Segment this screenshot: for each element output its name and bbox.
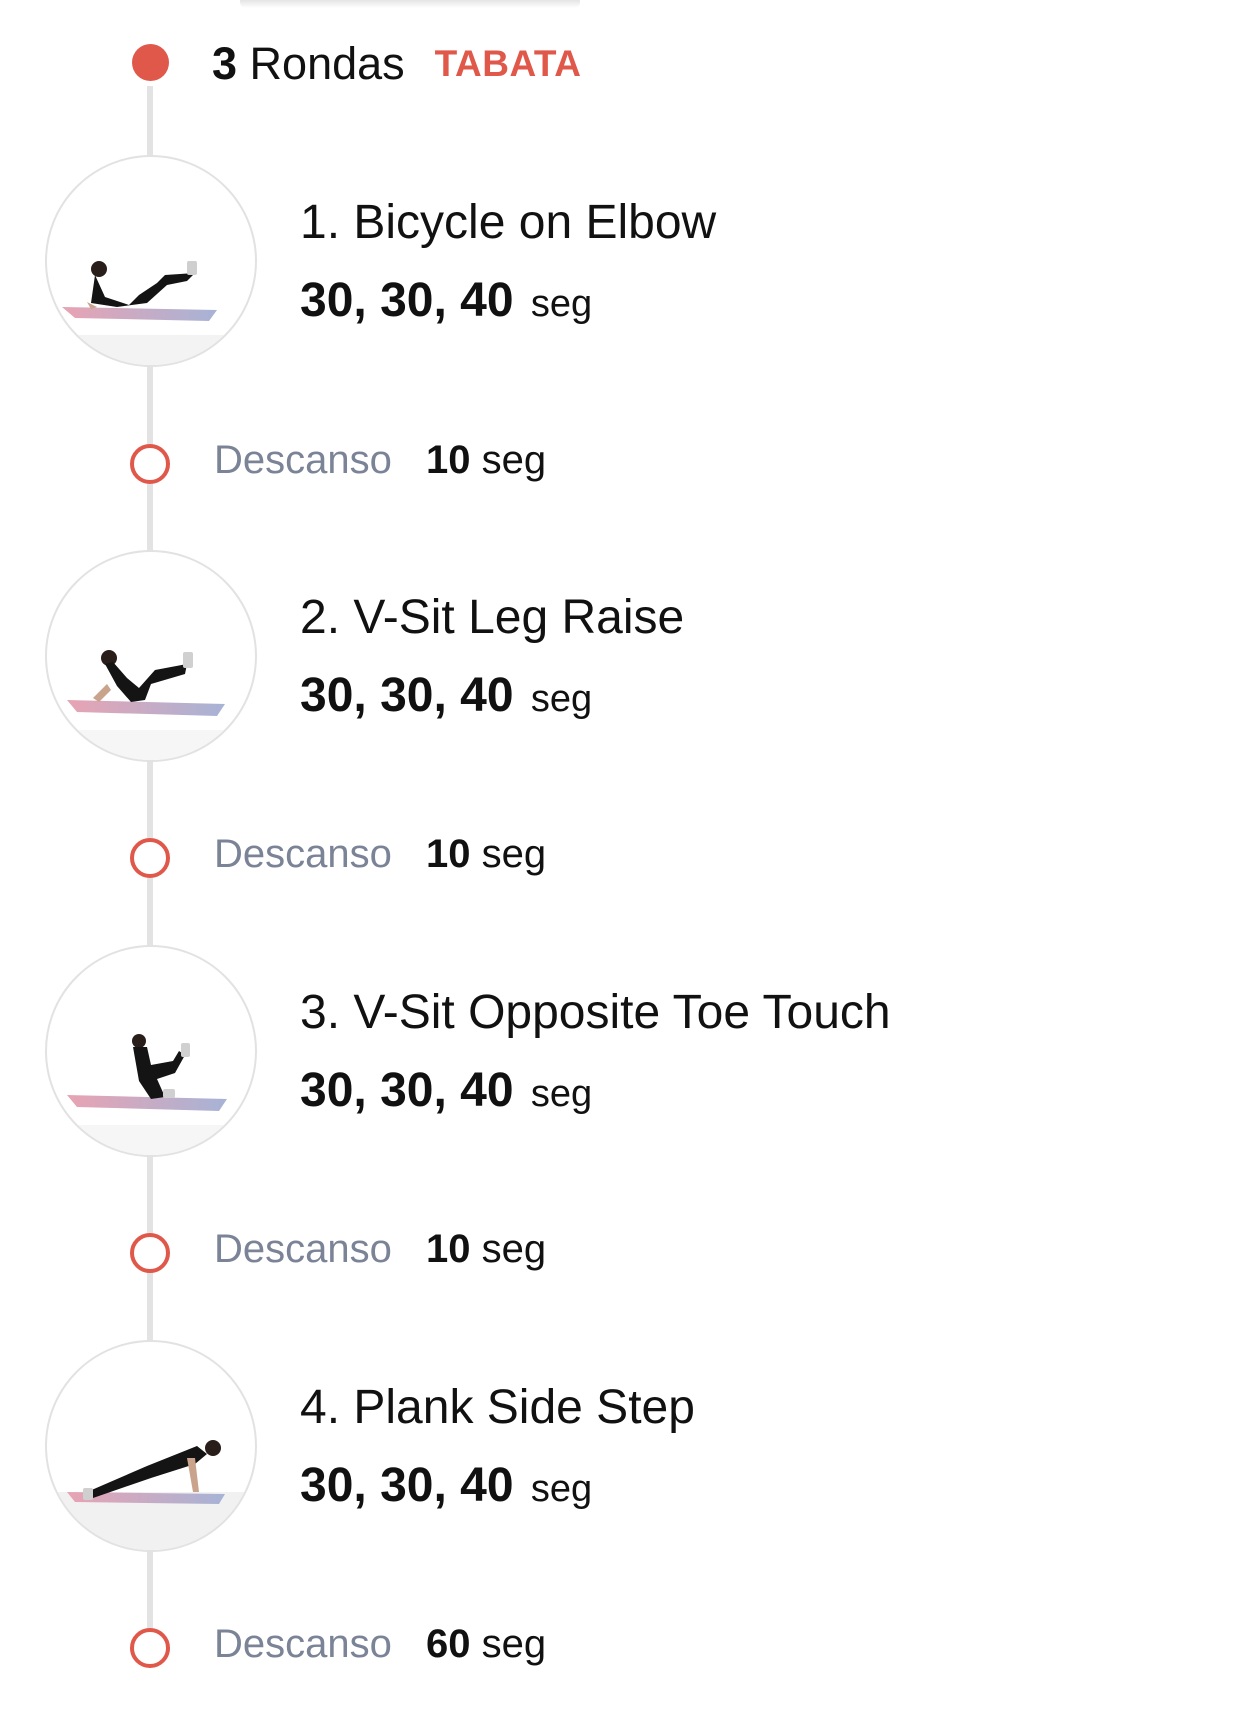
exercise-durations: 30, 30, 40 seg — [300, 1063, 592, 1118]
plank-side-step-image — [45, 1340, 257, 1552]
exercise-durations: 30, 30, 40 seg — [300, 273, 592, 328]
exercise-item[interactable]: 3. V-Sit Opposite Toe Touch 30, 30, 40 s… — [45, 945, 1195, 1157]
rest-duration-unit: seg — [481, 438, 547, 482]
exercise-item[interactable]: 2. V-Sit Leg Raise 30, 30, 40 seg — [45, 550, 1195, 762]
rounds-label: Rondas — [249, 38, 405, 89]
v-sit-leg-raise-image — [45, 550, 257, 762]
rest-marker-ring — [130, 838, 170, 878]
rest-marker-ring — [130, 1233, 170, 1273]
exercise-durations: 30, 30, 40 seg — [300, 1458, 592, 1513]
rest-duration: 10 seg — [426, 1227, 546, 1272]
round-header: 3 Rondas TABATA — [212, 34, 582, 94]
rest-label: Descanso — [214, 1622, 392, 1666]
exercise-name: 4. Plank Side Step — [300, 1381, 695, 1434]
rounds-title: 3 Rondas — [212, 38, 405, 90]
exercise-duration-unit: seg — [530, 1073, 593, 1115]
round-marker-dot — [132, 44, 169, 81]
bicycle-on-elbow-image — [45, 155, 257, 367]
exercise-duration-unit: seg — [530, 678, 593, 720]
exercise-name: 1. Bicycle on Elbow — [300, 196, 717, 249]
exercise-name: 3. V-Sit Opposite Toe Touch — [300, 986, 891, 1039]
rest-duration-unit: seg — [481, 1227, 547, 1271]
rest-item: Descanso 10 seg — [130, 1227, 830, 1277]
rest-duration-value: 10 — [426, 1227, 471, 1271]
exercise-duration-values: 30, 30, 40 — [300, 274, 514, 327]
rest-duration: 10 seg — [426, 438, 546, 483]
exercise-item[interactable]: 1. Bicycle on Elbow 30, 30, 40 seg — [45, 155, 1195, 367]
rest-item: Descanso 10 seg — [130, 832, 830, 882]
rest-duration: 60 seg — [426, 1622, 546, 1667]
rest-label: Descanso — [214, 438, 392, 482]
exercise-duration-values: 30, 30, 40 — [300, 1459, 514, 1512]
rest-duration-unit: seg — [481, 832, 547, 876]
exercise-name: 2. V-Sit Leg Raise — [300, 591, 685, 644]
rest-marker-ring — [130, 1628, 170, 1668]
rest-duration-value: 60 — [426, 1622, 471, 1666]
previous-section-edge — [240, 0, 580, 8]
rest-duration-unit: seg — [481, 1622, 547, 1666]
exercise-duration-values: 30, 30, 40 — [300, 1064, 514, 1117]
rest-label: Descanso — [214, 1227, 392, 1271]
exercise-duration-unit: seg — [530, 1468, 593, 1510]
rest-label: Descanso — [214, 832, 392, 876]
exercise-item[interactable]: 4. Plank Side Step 30, 30, 40 seg — [45, 1340, 1195, 1552]
exercise-duration-unit: seg — [530, 283, 593, 325]
round-type-badge: TABATA — [434, 43, 582, 84]
rest-marker-ring — [130, 444, 170, 484]
rest-item: Descanso 60 seg — [130, 1622, 830, 1672]
exercise-duration-values: 30, 30, 40 — [300, 669, 514, 722]
v-sit-opposite-toe-touch-image — [45, 945, 257, 1157]
rest-duration-value: 10 — [426, 438, 471, 482]
rest-item: Descanso 10 seg — [130, 438, 830, 488]
exercise-durations: 30, 30, 40 seg — [300, 668, 592, 723]
rest-duration: 10 seg — [426, 832, 546, 877]
rounds-count: 3 — [212, 38, 238, 89]
rest-duration-value: 10 — [426, 832, 471, 876]
